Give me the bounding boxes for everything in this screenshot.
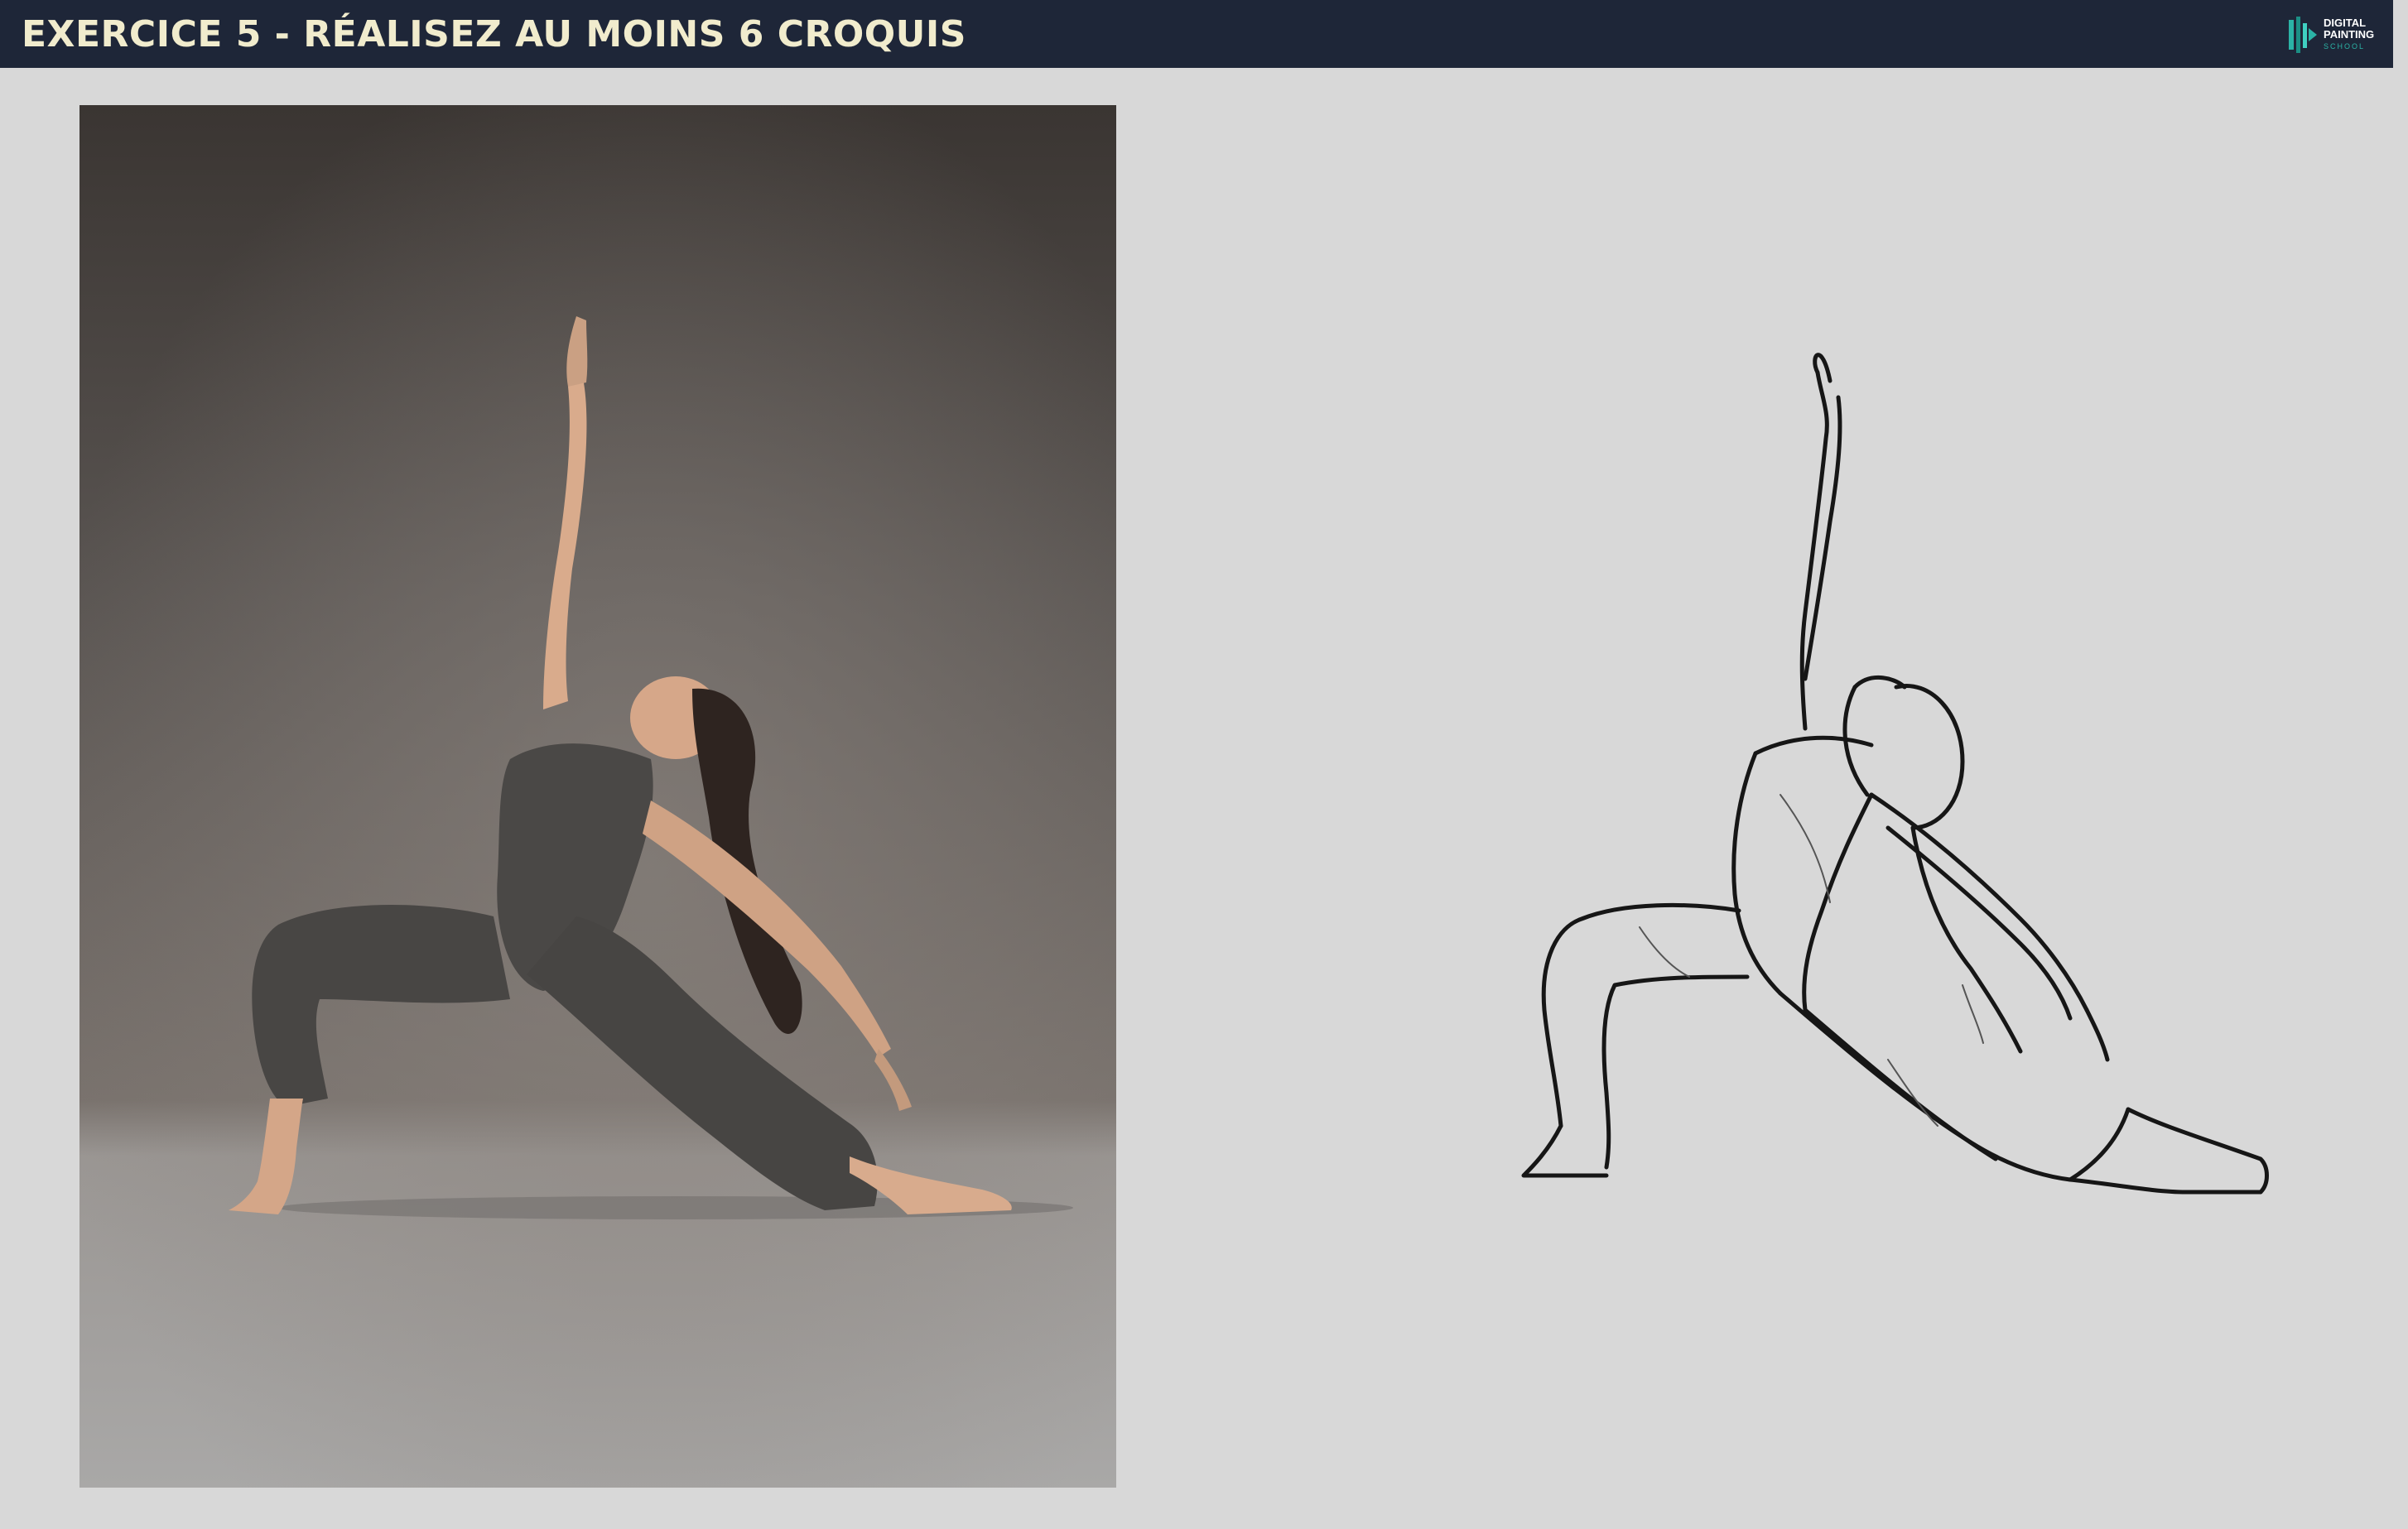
reference-photo bbox=[79, 105, 1116, 1488]
page-title: EXERCICE 5 - RÉALISEZ AU MOINS 6 CROQUIS bbox=[22, 13, 966, 55]
dancer-sketch bbox=[1391, 331, 2269, 1242]
logo-line-painting: PAINTING bbox=[2324, 28, 2375, 41]
dancer-photo-icon bbox=[79, 105, 1116, 1488]
brush-logo-icon bbox=[2289, 17, 2317, 53]
school-logo: DIGITAL PAINTING SCHOOL bbox=[2285, 13, 2385, 56]
logo-wordmark: DIGITAL PAINTING SCHOOL bbox=[2324, 17, 2374, 52]
dancer-line-sketch-icon bbox=[1521, 353, 2269, 1195]
header-bar: EXERCICE 5 - RÉALISEZ AU MOINS 6 CROQUIS… bbox=[0, 0, 2393, 68]
logo-line-digital: DIGITAL bbox=[2324, 17, 2367, 29]
logo-line-school: SCHOOL bbox=[2324, 42, 2366, 50]
